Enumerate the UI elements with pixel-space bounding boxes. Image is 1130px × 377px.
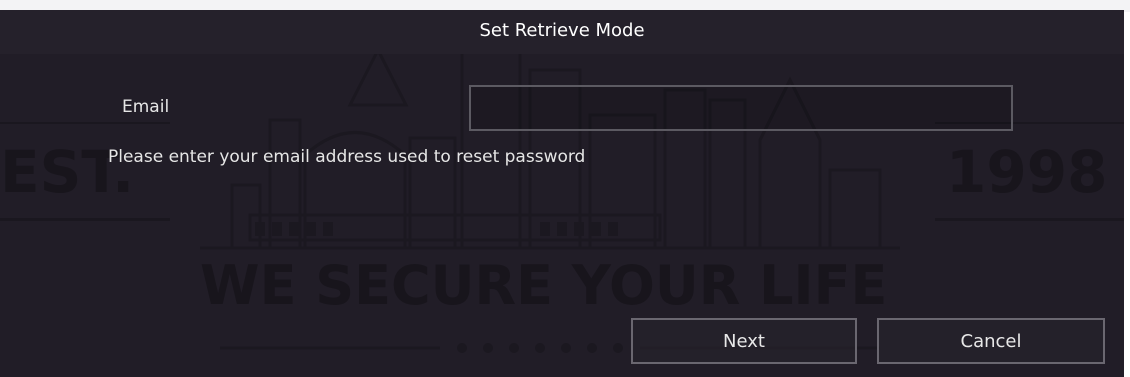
cancel-button-label: Cancel bbox=[960, 330, 1022, 352]
next-button-label: Next bbox=[723, 330, 765, 352]
email-hint-text: Please enter your email address used to … bbox=[108, 147, 586, 167]
next-button[interactable]: Next bbox=[631, 318, 857, 364]
email-label: Email bbox=[122, 97, 170, 117]
dialog-content: Email Please enter your email address us… bbox=[0, 10, 1124, 377]
cancel-button[interactable]: Cancel bbox=[877, 318, 1105, 364]
email-input[interactable] bbox=[469, 85, 1013, 131]
set-retrieve-mode-dialog: EST. 1998 WE SECURE YOUR LIFE Set Retrie… bbox=[0, 10, 1124, 377]
